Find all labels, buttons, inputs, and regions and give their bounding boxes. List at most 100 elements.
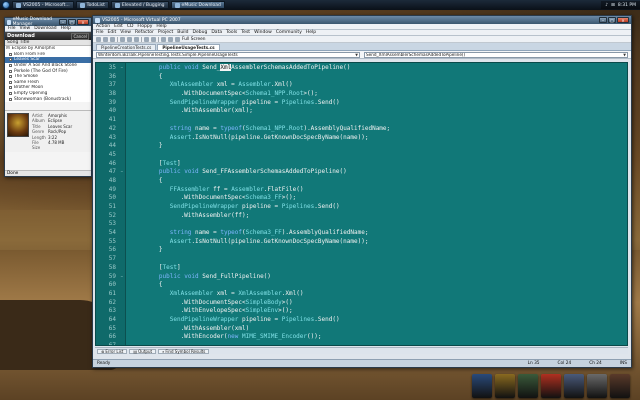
fold-toggle[interactable]: [118, 81, 126, 90]
redo-icon[interactable]: [151, 36, 156, 42]
code-line[interactable]: 53: [96, 220, 627, 229]
collapse-icon[interactable]: ⊟: [6, 46, 10, 51]
fold-toggle[interactable]: −: [118, 273, 126, 282]
vs-menu-data[interactable]: Data: [211, 30, 222, 35]
fold-toggle[interactable]: [118, 203, 126, 212]
code-line[interactable]: 43 Assert.IsNotNull(pipeline.GetKnownDoc…: [96, 134, 627, 143]
code-line[interactable]: 63 .WithEnvelopeSpec<SimpleEnv>();: [96, 307, 627, 316]
clock[interactable]: 8:31 PM: [618, 3, 636, 8]
cylon-icon[interactable]: [610, 374, 630, 398]
paste-icon[interactable]: [134, 36, 139, 42]
vpc-menu-floppy[interactable]: Floppy: [137, 24, 152, 29]
fold-toggle[interactable]: [118, 229, 126, 238]
code-line[interactable]: 40 .WithAssembler(xml);: [96, 107, 627, 116]
emusic-titlebar[interactable]: eMusic Download Manager – □ ×: [5, 17, 91, 27]
checkbox[interactable]: [9, 92, 12, 96]
vpc-menu-help[interactable]: Help: [156, 24, 166, 29]
code-line[interactable]: 48 {: [96, 177, 627, 186]
close-button[interactable]: ×: [77, 19, 89, 25]
code-line[interactable]: 50 .WithDocumentSpec<Schema3_FF>();: [96, 194, 627, 203]
menu-file[interactable]: File: [8, 26, 16, 31]
tab-find-symbol-results[interactable]: ⌕ Find Symbol Results: [158, 348, 210, 354]
code-line[interactable]: 56 }: [96, 246, 627, 255]
find-icon[interactable]: [168, 36, 173, 42]
song-row[interactable]: Stonewoman (Bonustrack): [5, 96, 91, 102]
code-line[interactable]: 47− public void Send_FFAssemblerSchemasA…: [96, 168, 627, 177]
code-line[interactable]: 67: [96, 342, 627, 345]
start-button[interactable]: [2, 1, 10, 9]
volume-icon[interactable]: ♪: [605, 3, 608, 8]
open-file-icon[interactable]: [103, 36, 108, 42]
code-line[interactable]: 59− public void Send_FullPipeline(): [96, 273, 627, 282]
tab-error-list[interactable]: ⊗ Error List: [97, 348, 128, 354]
menu-download[interactable]: Download: [34, 26, 56, 31]
taskbar-button-elevated[interactable]: Elevated / Bugging: [110, 1, 169, 9]
vs-menu-project[interactable]: Project: [158, 30, 173, 35]
checkbox[interactable]: [9, 97, 12, 101]
undo-icon[interactable]: [144, 36, 149, 42]
code-line[interactable]: 51 SendPipelineWrapper pipeline = Pipeli…: [96, 203, 627, 212]
code-line[interactable]: 46 [Test]: [96, 160, 627, 169]
code-line[interactable]: 65 .WithAssembler(xml): [96, 325, 627, 334]
code-line[interactable]: 52 .WithAssembler(ff);: [96, 212, 627, 221]
vs-menu-window[interactable]: Window: [254, 30, 272, 35]
code-line[interactable]: 37 XmlAssembler xml = Assembler.Xml(): [96, 81, 627, 90]
maximize-button[interactable]: □: [68, 19, 76, 25]
start-debug-icon[interactable]: [161, 36, 166, 42]
fold-toggle[interactable]: [118, 220, 126, 229]
fold-toggle[interactable]: −: [118, 64, 126, 73]
close-button[interactable]: ×: [617, 17, 629, 23]
fold-toggle[interactable]: [118, 73, 126, 82]
tank-icon[interactable]: [518, 374, 538, 398]
fold-toggle[interactable]: [118, 212, 126, 221]
code-line[interactable]: 61 XmlAssembler xml = XmlAssembler.Xml(): [96, 290, 627, 299]
network-icon[interactable]: ⊞: [611, 3, 615, 8]
book-icon[interactable]: [564, 374, 584, 398]
code-line[interactable]: 64 SendPipelineWrapper pipeline = Pipeli…: [96, 316, 627, 325]
fold-toggle[interactable]: [118, 264, 126, 273]
fold-toggle[interactable]: [118, 255, 126, 264]
cut-icon[interactable]: [120, 36, 125, 42]
code-line[interactable]: 60 {: [96, 281, 627, 290]
menu-view[interactable]: View: [20, 26, 31, 31]
code-line[interactable]: 36 {: [96, 73, 627, 82]
fold-toggle[interactable]: [118, 238, 126, 247]
minimize-button[interactable]: –: [599, 17, 607, 23]
fold-toggle[interactable]: [118, 299, 126, 308]
code-line[interactable]: 39 SendPipelineWrapper pipeline = Pipeli…: [96, 99, 627, 108]
fold-toggle[interactable]: [118, 107, 126, 116]
vs-menu-view[interactable]: View: [120, 30, 131, 35]
new-file-icon[interactable]: [96, 36, 101, 42]
checkbox[interactable]: [9, 80, 12, 84]
fold-toggle[interactable]: [118, 333, 126, 342]
menu-help[interactable]: Help: [61, 26, 71, 31]
fold-toggle[interactable]: [118, 125, 126, 134]
vpc-menu-edit[interactable]: Edit: [114, 24, 123, 29]
fold-toggle[interactable]: [118, 90, 126, 99]
cancel-button[interactable]: Cancel: [71, 32, 89, 40]
checkbox[interactable]: [9, 69, 12, 73]
code-line[interactable]: 44 }: [96, 142, 627, 151]
code-line[interactable]: 45: [96, 151, 627, 160]
vs-menu-file[interactable]: File: [96, 30, 104, 35]
fullscreen-button[interactable]: Full Screen: [182, 37, 206, 42]
vpc-titlebar[interactable]: VS2005 - Microsoft Virtual PC 2007 – □ ×: [93, 16, 631, 24]
vs-menu-build[interactable]: Build: [177, 30, 188, 35]
checkbox[interactable]: [9, 86, 12, 90]
fold-toggle[interactable]: [118, 160, 126, 169]
code-line[interactable]: 66 .WithEncoder(new MIME_SMIME_Encoder()…: [96, 333, 627, 342]
fold-toggle[interactable]: [118, 99, 126, 108]
vs-menu-tools[interactable]: Tools: [226, 30, 237, 35]
code-line[interactable]: 57: [96, 255, 627, 264]
fold-toggle[interactable]: −: [118, 168, 126, 177]
fold-toggle[interactable]: [118, 290, 126, 299]
badge-icon[interactable]: [587, 374, 607, 398]
save-icon[interactable]: [110, 36, 115, 42]
vs-menu-test[interactable]: Test: [241, 30, 250, 35]
fold-toggle[interactable]: [118, 142, 126, 151]
checkbox[interactable]: [9, 58, 12, 62]
fold-toggle[interactable]: [118, 325, 126, 334]
taskbar-button-emusic[interactable]: eMusic Download: [170, 1, 225, 9]
code-line[interactable]: 58 [Test]: [96, 264, 627, 273]
vs-menu-help[interactable]: Help: [306, 30, 316, 35]
